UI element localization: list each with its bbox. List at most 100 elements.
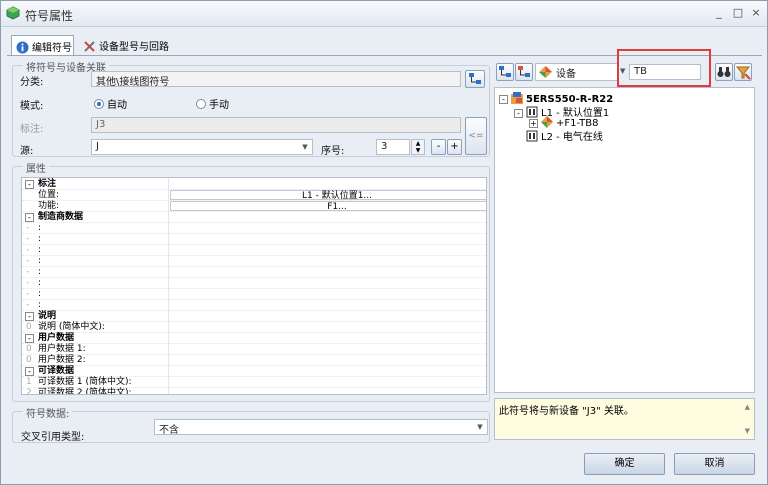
grid-category-row[interactable]: - 用户数据 (22, 333, 486, 344)
app-icon (6, 6, 20, 20)
grid-row: 0用户数据 2:... (22, 355, 486, 366)
grid-row-name: : (38, 278, 42, 288)
grid-row-name: : (38, 234, 42, 244)
symbol-properties-window: 符号属性 _ □ × 编辑符号 设备型号与回路 将符号与设备关联 分类: 其他\… (0, 0, 768, 485)
collapse-icon[interactable]: - (25, 213, 34, 222)
category-label: 分类: (20, 77, 44, 88)
scroll-down-icon[interactable]: ▼ (745, 427, 750, 435)
tab-edit-symbol[interactable]: 编辑符号 (11, 35, 74, 56)
scroll-up-icon[interactable]: ▲ (745, 403, 750, 411)
ok-button[interactable]: 确定 (584, 453, 665, 475)
grid-row-index: 1 (26, 377, 32, 387)
grid-row-index: - (26, 300, 30, 310)
tab-device-model-circuit[interactable]: 设备型号与回路 (79, 35, 183, 55)
grid-row-name: : (38, 300, 42, 310)
grid-category-label: 说明 (38, 311, 57, 321)
xref-label: 交叉引用类型: (21, 432, 85, 443)
grid-row-name: 用户数据 1: (38, 344, 86, 354)
props-group-title: 属性 (23, 160, 49, 175)
message-panel: 此符号将与新设备 "J3" 关联。 ▲ ▼ (494, 398, 755, 440)
collapse-icon[interactable]: - (25, 312, 34, 321)
grid-row: -:... (22, 289, 486, 300)
seq-minus-button[interactable]: - (431, 139, 446, 155)
grid-row-name: 可译数据 2 (简体中文): (38, 388, 132, 395)
tab-label: 编辑符号 (32, 43, 72, 54)
info-icon (16, 41, 29, 54)
tree-branch-icon (518, 66, 530, 77)
tree-view-button[interactable] (496, 63, 514, 81)
tab-label: 设备型号与回路 (99, 42, 169, 53)
chevron-down-icon: ▼ (477, 423, 483, 431)
category-tree-button[interactable] (465, 70, 485, 88)
grid-row-value[interactable]: F1... (170, 201, 486, 212)
cancel-button[interactable]: 取消 (674, 453, 755, 475)
device-icon (541, 116, 553, 128)
apply-side-button[interactable]: <= (465, 117, 487, 155)
grid-row-name: 位置: (38, 190, 60, 200)
device-icon (539, 66, 552, 78)
grid-row-index: - (26, 245, 30, 255)
grid-category-label: 可译数据 (38, 366, 75, 376)
grid-category-label: 制造商数据 (38, 212, 84, 222)
property-grid[interactable]: -标注位置:L1 - 默认位置1...功能:F1...-制造商数据-:...-:… (21, 177, 487, 395)
binoculars-icon (717, 67, 731, 77)
minimize-button[interactable]: _ (710, 5, 728, 21)
chevron-down-icon: ▼ (302, 143, 308, 151)
grid-row-index: - (26, 223, 30, 233)
tree-node-l2[interactable]: L2 - 电气在线 (526, 128, 603, 143)
category-field[interactable]: 其他\接线图符号 (91, 71, 461, 87)
xref-combo[interactable]: 不含 ▼ (154, 419, 488, 435)
mode-auto-radio[interactable]: 自动 (94, 96, 127, 111)
xref-value: 不含 (159, 425, 179, 435)
grid-row: 0说明 (简体中文):... (22, 322, 486, 333)
device-filter-combo[interactable]: 设备 (535, 63, 618, 81)
window-title: 符号属性 (25, 9, 74, 23)
close-button[interactable]: × (747, 5, 765, 21)
seq-label: 序号: (321, 146, 345, 157)
mode-manual-radio[interactable]: 手动 (196, 96, 229, 111)
source-combo[interactable]: J ▼ (91, 139, 313, 155)
title-bar: 符号属性 _ □ × (1, 1, 767, 27)
grid-row-index: 0 (26, 344, 32, 354)
grid-row-name: : (38, 267, 42, 277)
collapse-icon[interactable]: - (25, 367, 34, 376)
highlight-box (617, 49, 711, 87)
grid-row: 1可译数据 1 (简体中文):... (22, 377, 486, 388)
grid-row-value[interactable]: L1 - 默认位置1... (170, 190, 486, 201)
grid-row: 位置: L1 - 默认位置1... (22, 190, 486, 201)
grid-row-name: 可译数据 1 (简体中文): (38, 377, 132, 387)
grid-row: -:... (22, 234, 486, 245)
grid-row-name: 用户数据 2: (38, 355, 86, 365)
grid-row-name: : (38, 245, 42, 255)
collapse-icon[interactable]: - (25, 180, 34, 189)
grid-row: -:... (22, 267, 486, 278)
tools-icon (84, 41, 95, 52)
grid-row: -:... (22, 256, 486, 267)
grid-row-index: - (26, 234, 30, 244)
grid-row-index: 0 (26, 322, 32, 332)
seq-spinner[interactable]: ▲ ▼ (411, 139, 425, 155)
grid-row-name: 说明 (简体中文): (38, 322, 105, 332)
grid-category-label: 用户数据 (38, 333, 75, 343)
grid-row: -:... (22, 300, 486, 311)
grid-row: -:... (22, 245, 486, 256)
tree-icon (469, 73, 481, 84)
grid-row-name: 功能: (38, 201, 60, 211)
grid-category-row[interactable]: - 说明 (22, 311, 486, 322)
grid-category-row[interactable]: - 标注 (22, 179, 486, 190)
seq-plus-button[interactable]: + (447, 139, 462, 155)
filter-button[interactable] (734, 63, 752, 81)
seq-field[interactable]: 3 (376, 139, 410, 155)
device-tree[interactable]: -5ERS550-R-R22 - L1 - 默认位置1 + +F1-TB8 L2 -… (494, 87, 755, 393)
maximize-button[interactable]: □ (729, 5, 747, 21)
grid-category-row[interactable]: - 可译数据 (22, 366, 486, 377)
tree-expand-button[interactable] (515, 63, 533, 81)
grid-row-name: : (38, 256, 42, 266)
tag-label: 标注: (20, 124, 44, 135)
symdata-group-title: 符号数据: (23, 405, 73, 420)
grid-category-row[interactable]: - 制造商数据 (22, 212, 486, 223)
grid-row: 2可译数据 2 (简体中文):... (22, 388, 486, 395)
source-label: 源: (20, 146, 34, 157)
find-button[interactable] (715, 63, 733, 81)
collapse-icon[interactable]: - (25, 334, 34, 343)
